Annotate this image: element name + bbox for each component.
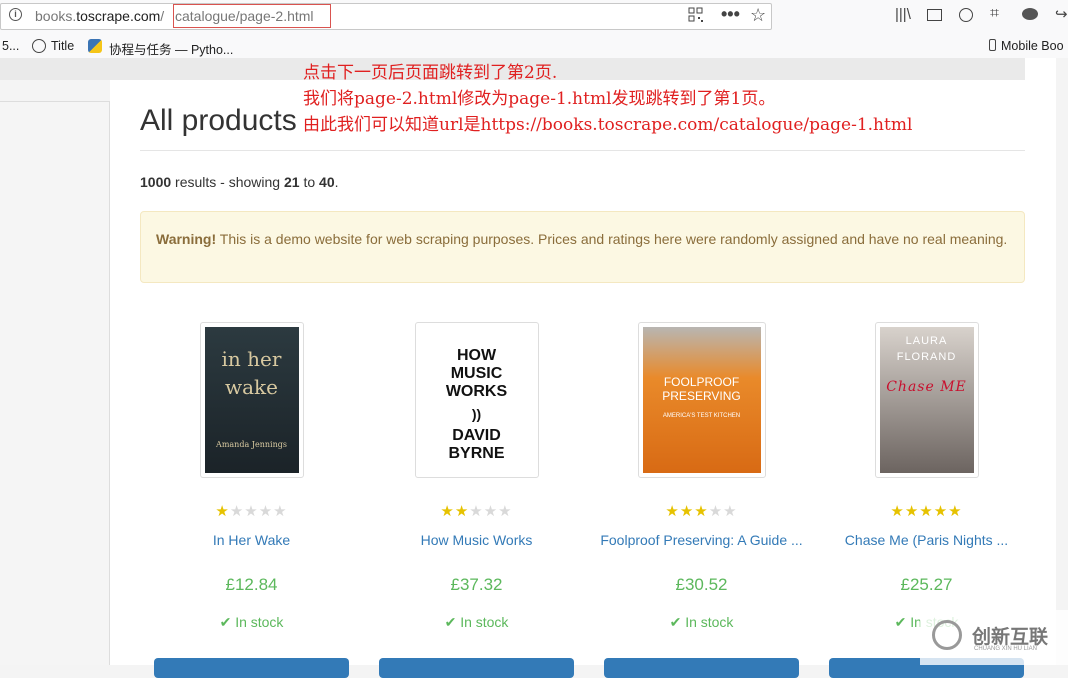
product-title-link[interactable]: In Her Wake	[139, 532, 364, 566]
bookmark-item-title[interactable]: Title	[51, 39, 74, 53]
product-title-link[interactable]: Chase Me (Paris Nights ...	[814, 532, 1039, 566]
check-icon: ✔	[219, 614, 236, 630]
product-card: in her wake Amanda Jennings ★★★★★ In Her…	[139, 322, 364, 678]
product-price: £12.84	[225, 575, 278, 594]
annotation-line-3: 由此我们可以知道url是https://books.toscrape.com/c…	[303, 115, 913, 135]
star-rating: ★★★★★	[890, 503, 963, 520]
book-cover[interactable]: in her wake Amanda Jennings	[199, 322, 304, 478]
book-cover[interactable]: FOOLPROOF PRESERVING AMERICA'S TEST KITC…	[637, 322, 766, 478]
bookmark-item[interactable]: 5...	[2, 39, 19, 53]
product-title-link[interactable]: How Music Works	[364, 532, 589, 566]
page-title: All products	[140, 104, 297, 137]
overflow-icon[interactable]: ↪	[1055, 5, 1068, 23]
mobile-icon	[989, 39, 996, 51]
product-card: FOOLPROOF PRESERVING AMERICA'S TEST KITC…	[589, 322, 814, 678]
url-path-highlight[interactable]: catalogue/page-2.html	[173, 4, 331, 28]
add-to-basket-button[interactable]	[379, 658, 574, 678]
check-icon: ✔	[669, 614, 686, 630]
bookmark-item-mobile[interactable]: Mobile Boo	[1001, 39, 1064, 53]
watermark-subtext: CHUANG XIN HU LIAN	[974, 646, 1038, 652]
cover-author: DAVID BYRNE	[448, 427, 505, 462]
check-icon: ✔	[894, 614, 911, 630]
cover-title: Chase ME	[886, 379, 967, 395]
check-icon: ✔	[444, 614, 461, 630]
title-divider	[140, 150, 1025, 151]
annotation-line-1: 点击下一页后页面跳转到了第2页.	[303, 63, 558, 83]
star-rating: ★★★★★	[440, 503, 513, 520]
chat-icon[interactable]	[1022, 8, 1038, 20]
bookmark-item-python[interactable]: 协程与任务 — Pytho...	[109, 39, 233, 58]
book-cover[interactable]: HOW MUSIC WORKS )) DAVID BYRNE	[414, 322, 539, 478]
qr-code-icon[interactable]	[688, 7, 703, 26]
product-card: HOW MUSIC WORKS )) DAVID BYRNE ★★★★★ How…	[364, 322, 589, 678]
star-rating: ★★★★★	[665, 503, 738, 520]
globe-icon	[32, 39, 46, 53]
product-price: £25.27	[900, 575, 953, 594]
book-cover[interactable]: LAURA FLORAND Chase ME	[874, 322, 979, 478]
availability: ✔ In stock	[669, 614, 734, 630]
watermark-text: 创新互联	[972, 627, 1049, 648]
url-host[interactable]: books.toscrape.com/	[35, 8, 164, 24]
cover-title: in her wake	[221, 347, 282, 399]
watermark: 创新互联 CHUANG XIN HU LIAN	[920, 610, 1068, 665]
cover-author: LAURA FLORAND	[896, 335, 957, 363]
availability: ✔ In stock	[444, 614, 509, 630]
warning-alert: Warning! This is a demo website for web …	[140, 211, 1025, 283]
sidebar	[0, 101, 110, 665]
product-price: £30.52	[675, 575, 728, 594]
annotation-line-2: 我们将page-2.html修改为page-1.html发现跳转到了第1页。	[303, 89, 776, 109]
library-icon[interactable]: |||\	[895, 6, 911, 23]
cover-author: Amanda Jennings	[216, 440, 287, 449]
bookmark-star-icon[interactable]: ☆	[750, 5, 766, 26]
python-icon	[88, 39, 102, 53]
add-to-basket-button[interactable]	[154, 658, 349, 678]
crop-icon[interactable]: ⌗	[990, 5, 999, 23]
watermark-logo-icon	[932, 620, 962, 650]
sidebar-icon[interactable]	[927, 9, 942, 21]
star-rating: ★★★★★	[215, 503, 288, 520]
cover-title: HOW MUSIC WORKS	[445, 347, 508, 400]
add-to-basket-button[interactable]	[604, 658, 799, 678]
availability: ✔ In stock	[219, 614, 284, 630]
wifi-icon: ))	[471, 406, 482, 422]
account-icon[interactable]	[959, 8, 973, 22]
product-price: £37.32	[450, 575, 503, 594]
cover-title: FOOLPROOF PRESERVING	[662, 375, 741, 403]
info-icon[interactable]: i	[9, 8, 22, 21]
results-summary: 1000 results - showing 21 to 40.	[140, 174, 339, 190]
more-actions-icon[interactable]: •••	[721, 4, 740, 25]
product-title-link[interactable]: Foolproof Preserving: A Guide ...	[589, 532, 814, 566]
cover-author: AMERICA'S TEST KITCHEN	[662, 413, 741, 419]
